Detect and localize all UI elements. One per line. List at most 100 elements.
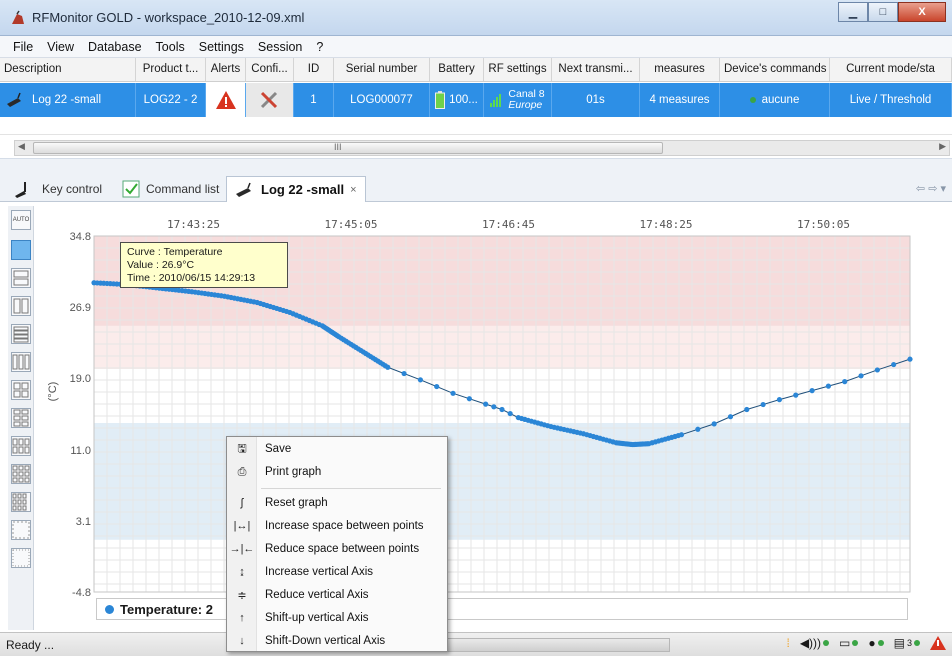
- layout-grid6v-button[interactable]: [11, 436, 31, 456]
- cell-product: LOG22 - 2: [136, 83, 206, 117]
- layout-4h-button[interactable]: [11, 324, 31, 344]
- cell-commands: aucune: [720, 83, 830, 117]
- menu-reduce-space[interactable]: →|← Reduce space between points: [227, 538, 447, 560]
- data-point: [417, 377, 423, 383]
- menu-increase-vertical[interactable]: ↨ Increase vertical Axis: [227, 561, 447, 583]
- menu-file[interactable]: File: [6, 40, 40, 54]
- layout-grid16-button[interactable]: [11, 520, 31, 540]
- data-point: [450, 390, 456, 396]
- data-point: [727, 414, 734, 420]
- v-reduce-icon: ≑: [237, 589, 247, 602]
- panel-splitter[interactable]: [0, 158, 952, 172]
- close-tab-icon[interactable]: ×: [350, 184, 356, 196]
- x-tick-label: 17:45:05: [325, 218, 378, 231]
- cell-id: 1: [294, 83, 334, 117]
- menu-increase-space[interactable]: |↔| Increase space between points: [227, 515, 447, 537]
- col-rf-settings[interactable]: RF settings: [484, 58, 552, 81]
- grid-horizontal-scrollbar[interactable]: ◀ III ▶: [14, 140, 950, 156]
- layout-1-button[interactable]: [11, 240, 31, 260]
- data-point: [483, 401, 489, 407]
- threshold-band: [94, 422, 910, 540]
- layout-2v-button[interactable]: [11, 296, 31, 316]
- narrow-icon: →|←: [229, 543, 255, 555]
- legend-label: Temperature: 2: [120, 601, 213, 617]
- menu-settings[interactable]: Settings: [192, 40, 251, 54]
- menu-print-graph[interactable]: ⎙ Print graph: [227, 461, 447, 483]
- alert-status-icon[interactable]: [930, 636, 946, 650]
- tab-navigation-icon[interactable]: ⇦ ⇨ ▾: [916, 182, 946, 195]
- scroll-grip: III: [334, 142, 342, 152]
- window-title: RFMonitor GOLD - workspace_2010-12-09.xm…: [32, 10, 305, 25]
- layout-grid4-button[interactable]: [11, 380, 31, 400]
- rf-region: Europe: [508, 99, 543, 111]
- menu-session[interactable]: Session: [251, 40, 309, 54]
- layout-grid9-button[interactable]: [11, 464, 31, 484]
- col-current-mode[interactable]: Current mode/sta: [830, 58, 952, 81]
- globe-status-icon[interactable]: ●: [868, 636, 884, 650]
- chart-legend: Temperature: 2: [96, 598, 908, 620]
- col-next-transmission[interactable]: Next transmi...: [552, 58, 640, 81]
- maximize-button[interactable]: □: [868, 2, 898, 22]
- col-id[interactable]: ID: [294, 58, 334, 81]
- status-progress: [420, 638, 670, 652]
- legend-marker: [105, 604, 114, 614]
- layout-grid6-button[interactable]: [11, 408, 31, 428]
- menu-shift-down[interactable]: ↓ Shift-Down vertical Axis: [227, 630, 447, 652]
- menu-view[interactable]: View: [40, 40, 81, 54]
- col-config[interactable]: Confi...: [246, 58, 294, 81]
- scrollbar-thumb[interactable]: III: [33, 142, 663, 154]
- menu-reduce-vertical[interactable]: ≑ Reduce vertical Axis: [227, 584, 447, 606]
- device-row[interactable]: Log 22 -small LOG22 - 2 1 LOG000077 100.…: [0, 83, 952, 117]
- col-device-commands[interactable]: Device's commands: [720, 58, 830, 81]
- data-point: [744, 406, 750, 413]
- window-controls: ▁ □ X: [838, 2, 946, 22]
- logger-icon: [7, 92, 21, 107]
- menu-save[interactable]: 🖫 Save: [227, 438, 447, 460]
- title-bar: RFMonitor GOLD - workspace_2010-12-09.xm…: [0, 0, 952, 36]
- scroll-right-icon[interactable]: ▶: [939, 141, 946, 152]
- cell-description: Log 22 -small: [0, 83, 136, 117]
- col-serial-number[interactable]: Serial number: [334, 58, 430, 81]
- alert-icon[interactable]: [215, 90, 237, 110]
- menu-reset-graph[interactable]: ʃ Reset graph: [227, 492, 447, 514]
- tools-icon[interactable]: [258, 89, 282, 111]
- logger-tab-icon: [236, 182, 251, 197]
- cell-current-mode: Live / Threshold: [830, 83, 952, 117]
- data-point: [385, 364, 391, 370]
- layout-2h-button[interactable]: [11, 268, 31, 288]
- tab-log22[interactable]: Log 22 -small ×: [226, 176, 366, 202]
- menu-help[interactable]: ?: [309, 40, 330, 54]
- v-increase-icon: ↨: [239, 566, 245, 578]
- menu-database[interactable]: Database: [81, 40, 149, 54]
- col-measures[interactable]: measures: [640, 58, 720, 81]
- layout-grid12-button[interactable]: [11, 492, 31, 512]
- minimize-button[interactable]: ▁: [838, 2, 868, 22]
- layout-3v-button[interactable]: [11, 352, 31, 372]
- device-grid-header: Description Product t... Alerts Confi...…: [0, 58, 952, 82]
- layout-grid20-button[interactable]: [11, 548, 31, 568]
- threshold-band: [94, 369, 910, 423]
- data-point: [678, 432, 685, 438]
- command-status-icon: [749, 97, 756, 103]
- tab-key-control[interactable]: Key control: [14, 176, 102, 202]
- devices-status-icon[interactable]: ▤ 3: [894, 636, 920, 650]
- cell-alerts: [206, 83, 246, 117]
- auto-layout-button[interactable]: AUTO: [11, 210, 31, 230]
- col-description[interactable]: Description: [0, 58, 136, 81]
- device-description: Log 22 -small: [32, 94, 102, 106]
- tab-command-list[interactable]: Command list: [122, 176, 219, 202]
- menu-shift-up[interactable]: ↑ Shift-up vertical Axis: [227, 607, 447, 629]
- menu-tools[interactable]: Tools: [149, 40, 192, 54]
- scroll-left-icon[interactable]: ◀: [18, 141, 25, 152]
- data-point: [858, 373, 864, 379]
- menu-bar: File View Database Tools Settings Sessio…: [0, 36, 952, 58]
- battery-icon: [435, 91, 446, 109]
- radio-status-icon[interactable]: ◀))): [800, 636, 830, 650]
- col-product-type[interactable]: Product t...: [136, 58, 206, 81]
- col-alerts[interactable]: Alerts: [206, 58, 246, 81]
- close-window-button[interactable]: X: [898, 2, 946, 22]
- cell-measures: 4 measures: [640, 83, 720, 117]
- monitor-status-icon[interactable]: ▭: [839, 636, 859, 650]
- data-point: [466, 396, 472, 402]
- col-battery[interactable]: Battery: [430, 58, 484, 81]
